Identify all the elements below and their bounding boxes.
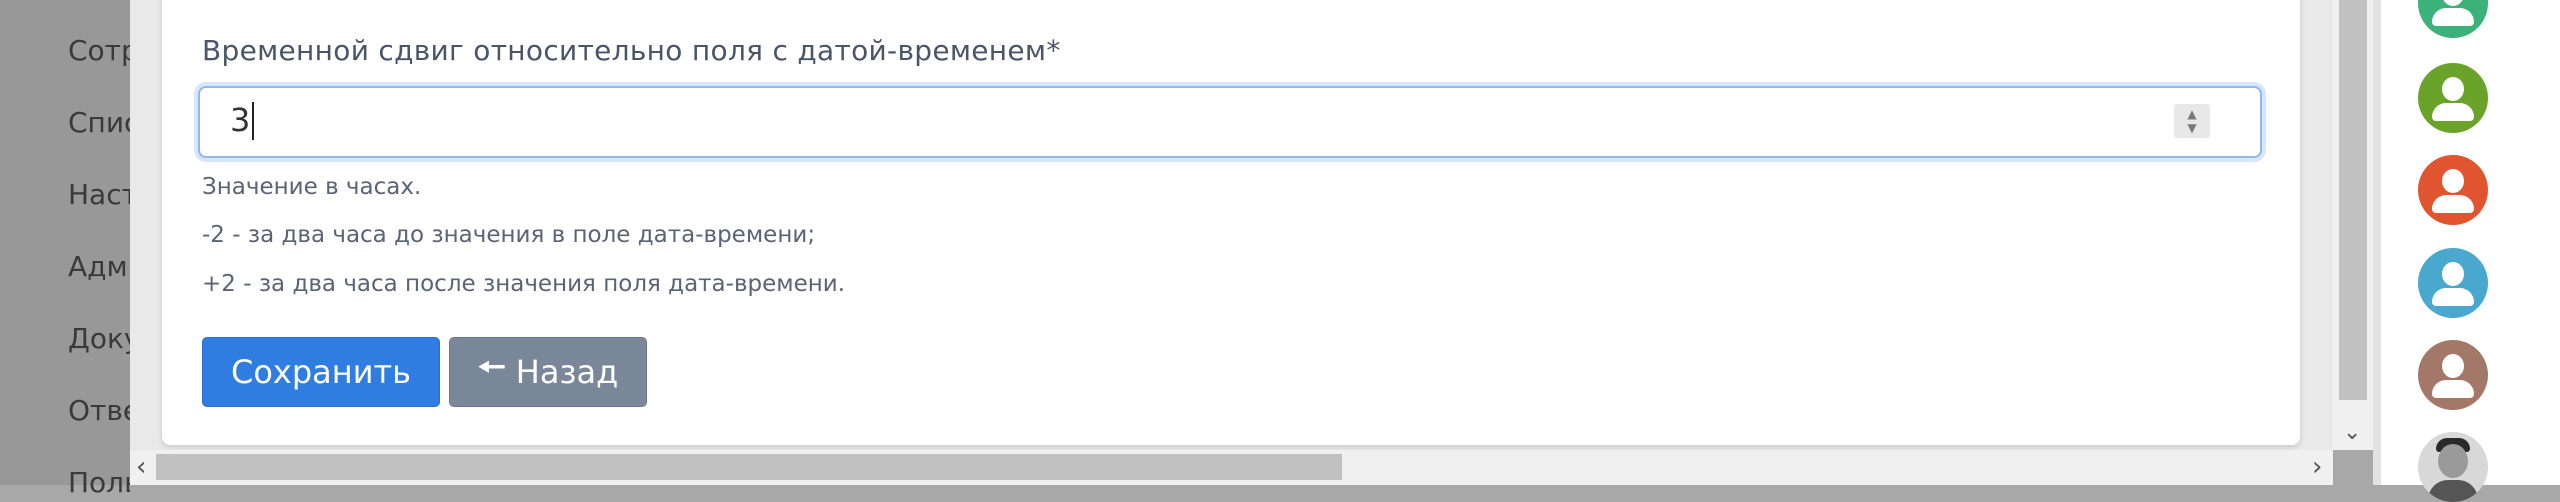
sidebar-item-admin[interactable]: Администрирование	[68, 250, 130, 283]
user-avatar[interactable]	[2418, 63, 2488, 133]
horizontal-scroll-thumb[interactable]	[156, 454, 1342, 480]
user-avatar[interactable]	[2418, 0, 2488, 38]
user-avatar-photo[interactable]	[2418, 432, 2488, 502]
sidebar-item-answers[interactable]: Ответы	[68, 394, 130, 427]
sidebar-item-documents[interactable]: Документы	[68, 322, 130, 355]
time-offset-field-wrapper: ▲ ▼	[198, 86, 2262, 158]
vertical-scrollbar[interactable]: ⌄	[2333, 0, 2373, 450]
scroll-right-icon[interactable]: ›	[2312, 450, 2322, 484]
time-offset-label: Временной сдвиг относительно поля с дато…	[202, 34, 1061, 67]
text-caret	[252, 102, 254, 140]
chevron-down-icon[interactable]: ▼	[2187, 121, 2196, 135]
user-avatar[interactable]	[2418, 340, 2488, 410]
number-spinner[interactable]: ▲ ▼	[2174, 104, 2210, 138]
help-text-negative: -2 - за два часа до значения в поле дата…	[202, 222, 816, 248]
user-icon-body	[2432, 288, 2474, 306]
save-button[interactable]: Сохранить	[202, 337, 440, 407]
back-button-label: Назад	[515, 353, 619, 391]
user-avatar[interactable]	[2418, 155, 2488, 225]
chevron-up-icon[interactable]: ▲	[2187, 107, 2196, 121]
user-icon-body	[2432, 103, 2474, 121]
edit-modal: Временной сдвиг относительно поля с дато…	[162, 0, 2300, 445]
user-icon-body	[2432, 380, 2474, 398]
user-icon	[2442, 169, 2464, 193]
scroll-down-icon[interactable]: ⌄	[2343, 420, 2361, 445]
user-icon-body	[2432, 195, 2474, 213]
back-button[interactable]: 🠔 Назад	[449, 337, 647, 407]
panel-divider	[2373, 0, 2381, 485]
users-panel	[2381, 0, 2560, 502]
arrow-left-icon: 🠔	[477, 348, 506, 386]
sidebar-item-lists[interactable]: Списки	[68, 106, 130, 139]
user-icon	[2442, 77, 2464, 101]
time-offset-input[interactable]	[200, 88, 2190, 152]
vertical-scroll-thumb[interactable]	[2339, 0, 2367, 400]
left-sidebar: Сотрудники Списки Настройки Администриро…	[0, 0, 130, 499]
help-text-positive: +2 - за два часа после значения поля дат…	[202, 271, 846, 297]
sidebar-item-employees[interactable]: Сотрудники	[68, 34, 130, 67]
user-icon	[2442, 0, 2464, 6]
save-button-label: Сохранить	[231, 353, 411, 391]
photo-shirt	[2428, 480, 2478, 502]
sidebar-item-settings[interactable]: Настройки	[68, 178, 130, 211]
user-avatar[interactable]	[2418, 248, 2488, 318]
user-icon-body	[2432, 8, 2474, 26]
photo-face	[2438, 444, 2468, 478]
help-text-units: Значение в часах.	[202, 174, 422, 200]
horizontal-scrollbar[interactable]: ‹ ›	[130, 450, 2333, 485]
sidebar-item-users[interactable]: Пользователи	[68, 466, 130, 499]
user-icon	[2442, 354, 2464, 378]
user-icon	[2442, 262, 2464, 286]
scroll-left-icon[interactable]: ‹	[136, 450, 146, 484]
